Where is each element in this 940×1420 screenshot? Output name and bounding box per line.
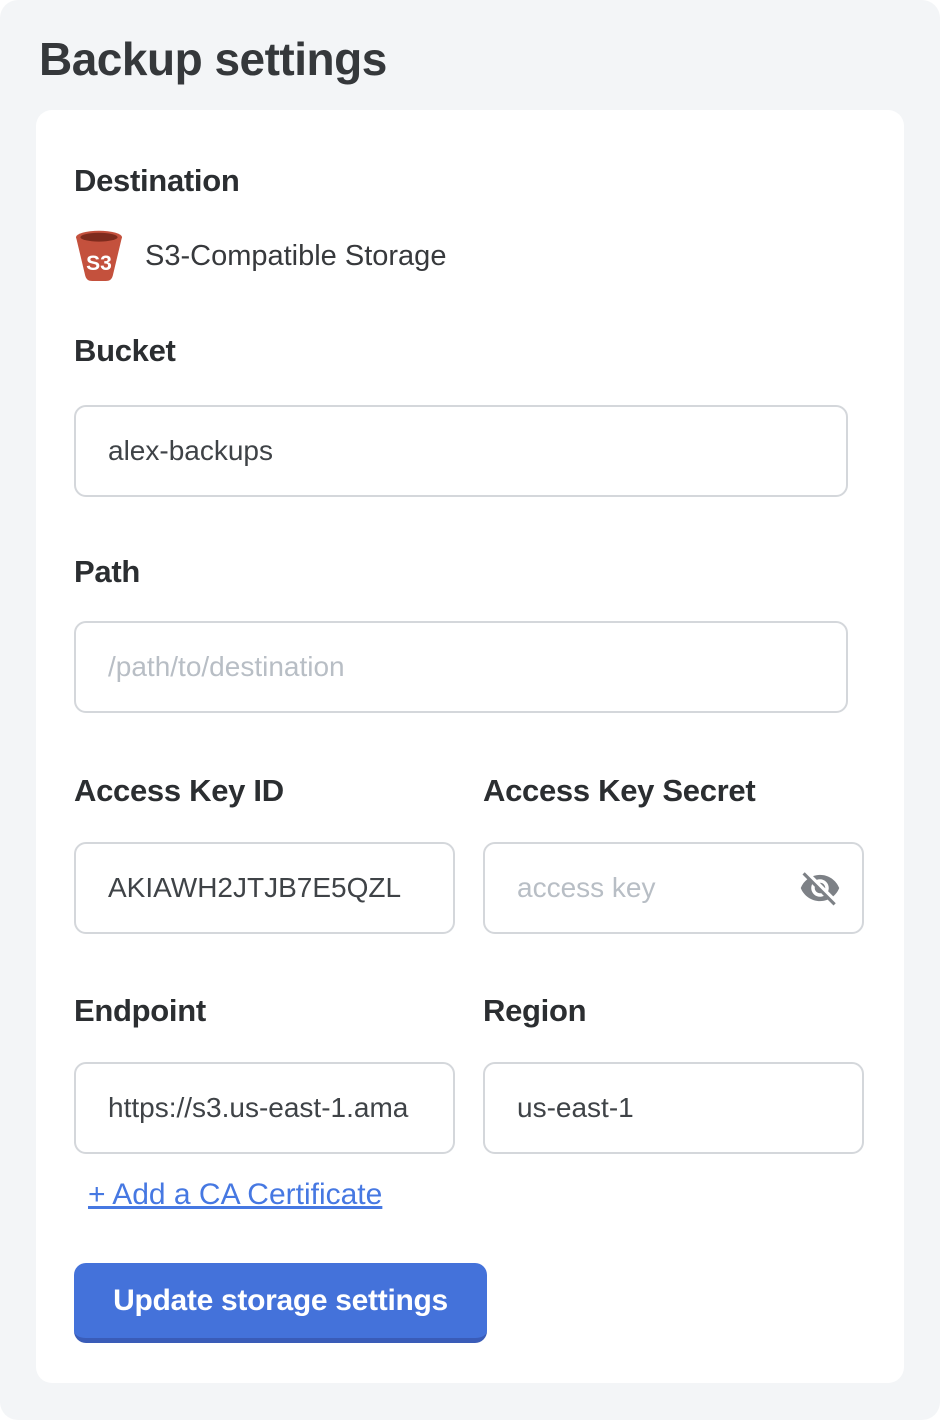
access-key-id-field: Access Key ID: [74, 772, 455, 934]
bucket-input[interactable]: [74, 405, 848, 497]
endpoint-region-row: Endpoint Region: [74, 992, 866, 1154]
add-ca-certificate-link[interactable]: + Add a CA Certificate: [88, 1177, 382, 1213]
access-key-secret-field: Access Key Secret: [483, 772, 864, 934]
destination-label: Destination: [74, 162, 866, 200]
toggle-secret-visibility-button[interactable]: [798, 866, 842, 910]
svg-text:S3: S3: [86, 252, 112, 275]
s3-bucket-icon: S3: [74, 229, 124, 283]
endpoint-label: Endpoint: [74, 992, 455, 1030]
backup-settings-card: Destination S3 S3-Compatible Storage Buc…: [36, 110, 904, 1383]
access-key-secret-label: Access Key Secret: [483, 772, 864, 810]
eye-off-icon: [799, 867, 841, 909]
bucket-label: Bucket: [74, 332, 866, 370]
update-storage-settings-button[interactable]: Update storage settings: [74, 1263, 487, 1343]
region-input[interactable]: [483, 1062, 864, 1154]
access-key-id-label: Access Key ID: [74, 772, 455, 810]
path-label: Path: [74, 553, 866, 591]
region-label: Region: [483, 992, 864, 1030]
backup-settings-page: Backup settings Destination S3 S3-Compat…: [0, 0, 940, 1420]
endpoint-field: Endpoint: [74, 992, 455, 1154]
access-keys-row: Access Key ID Access Key Secret: [74, 772, 866, 934]
endpoint-input[interactable]: [74, 1062, 455, 1154]
destination-value-row: S3 S3-Compatible Storage: [74, 229, 866, 283]
region-field: Region: [483, 992, 864, 1154]
path-input[interactable]: [74, 621, 848, 713]
destination-value: S3-Compatible Storage: [145, 240, 446, 273]
access-key-id-input[interactable]: [74, 842, 455, 934]
access-key-secret-wrap: [483, 842, 864, 934]
page-title: Backup settings: [39, 30, 904, 88]
